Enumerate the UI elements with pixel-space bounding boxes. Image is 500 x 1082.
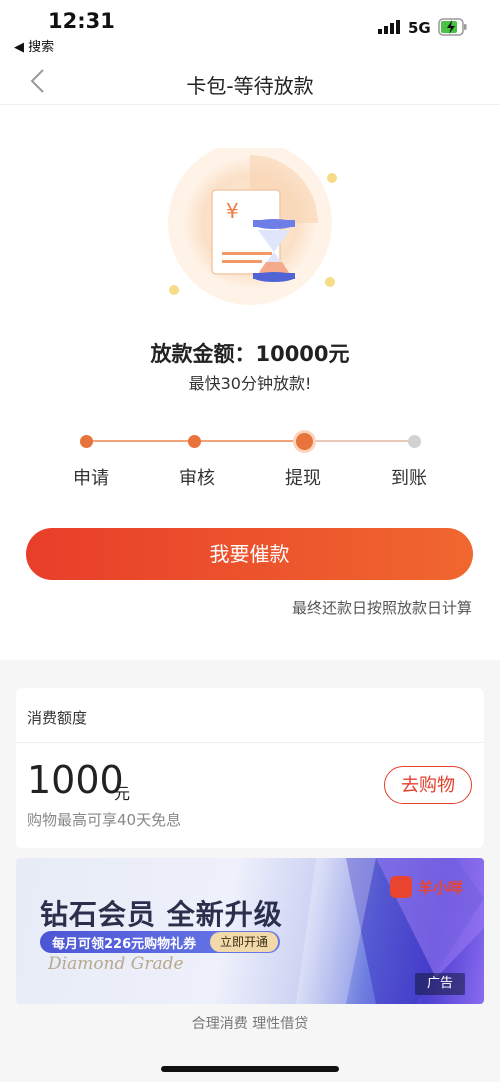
brand-logo-icon — [390, 876, 412, 898]
loan-eta: 最快30分钟放款! — [188, 374, 312, 393]
step-dot-arrive — [408, 435, 421, 448]
credit-description: 购物最高可享40天免息 — [27, 811, 182, 829]
network-type: 5G — [408, 19, 431, 37]
ad-brand: 羊小咩 — [418, 879, 464, 897]
credit-title: 消费额度 — [27, 709, 88, 727]
footer-slogan: 合理消费 理性借贷 — [191, 1016, 309, 1032]
back-to-search-link[interactable]: ◀ 搜索 — [14, 36, 54, 55]
credit-amount: 1000 — [27, 758, 124, 802]
ad-offer: 每月可领226元购物礼券 — [52, 937, 197, 952]
credit-divider — [16, 742, 484, 743]
repay-note: 最终还款日按照放款日计算 — [291, 599, 472, 617]
ad-title: 钻石会员 全新升级 — [40, 898, 283, 931]
battery-charging-icon — [438, 18, 467, 36]
page-title: 卡包-等待放款 — [186, 74, 314, 98]
receipt-hourglass-illustration: ¥ — [168, 148, 337, 305]
yuan-symbol: ¥ — [226, 199, 239, 223]
step-dot-withdraw — [296, 433, 313, 450]
signal-icon — [378, 20, 400, 34]
step-label-apply: 申请 — [73, 468, 109, 489]
urge-loan-button[interactable]: 我要催款 — [26, 528, 473, 580]
nav-divider — [0, 104, 500, 105]
ad-label: 广告 — [415, 973, 465, 995]
status-time: 12:31 — [48, 9, 115, 33]
loan-amount: 放款金额：10000元 — [150, 342, 350, 366]
go-shopping-button[interactable]: 去购物 — [384, 766, 472, 804]
step-dot-review — [188, 435, 201, 448]
step-label-withdraw: 提现 — [285, 468, 321, 489]
ad-script-text: Diamond Grade — [48, 954, 184, 974]
ad-open-now-button[interactable]: 立即开通 — [210, 932, 278, 952]
step-label-arrive: 到账 — [391, 468, 427, 489]
step-label-review: 审核 — [179, 468, 215, 489]
step-dot-apply — [80, 435, 93, 448]
credit-unit: 元 — [114, 784, 131, 803]
progress-line-pending — [304, 440, 414, 442]
home-indicator[interactable] — [161, 1066, 339, 1072]
